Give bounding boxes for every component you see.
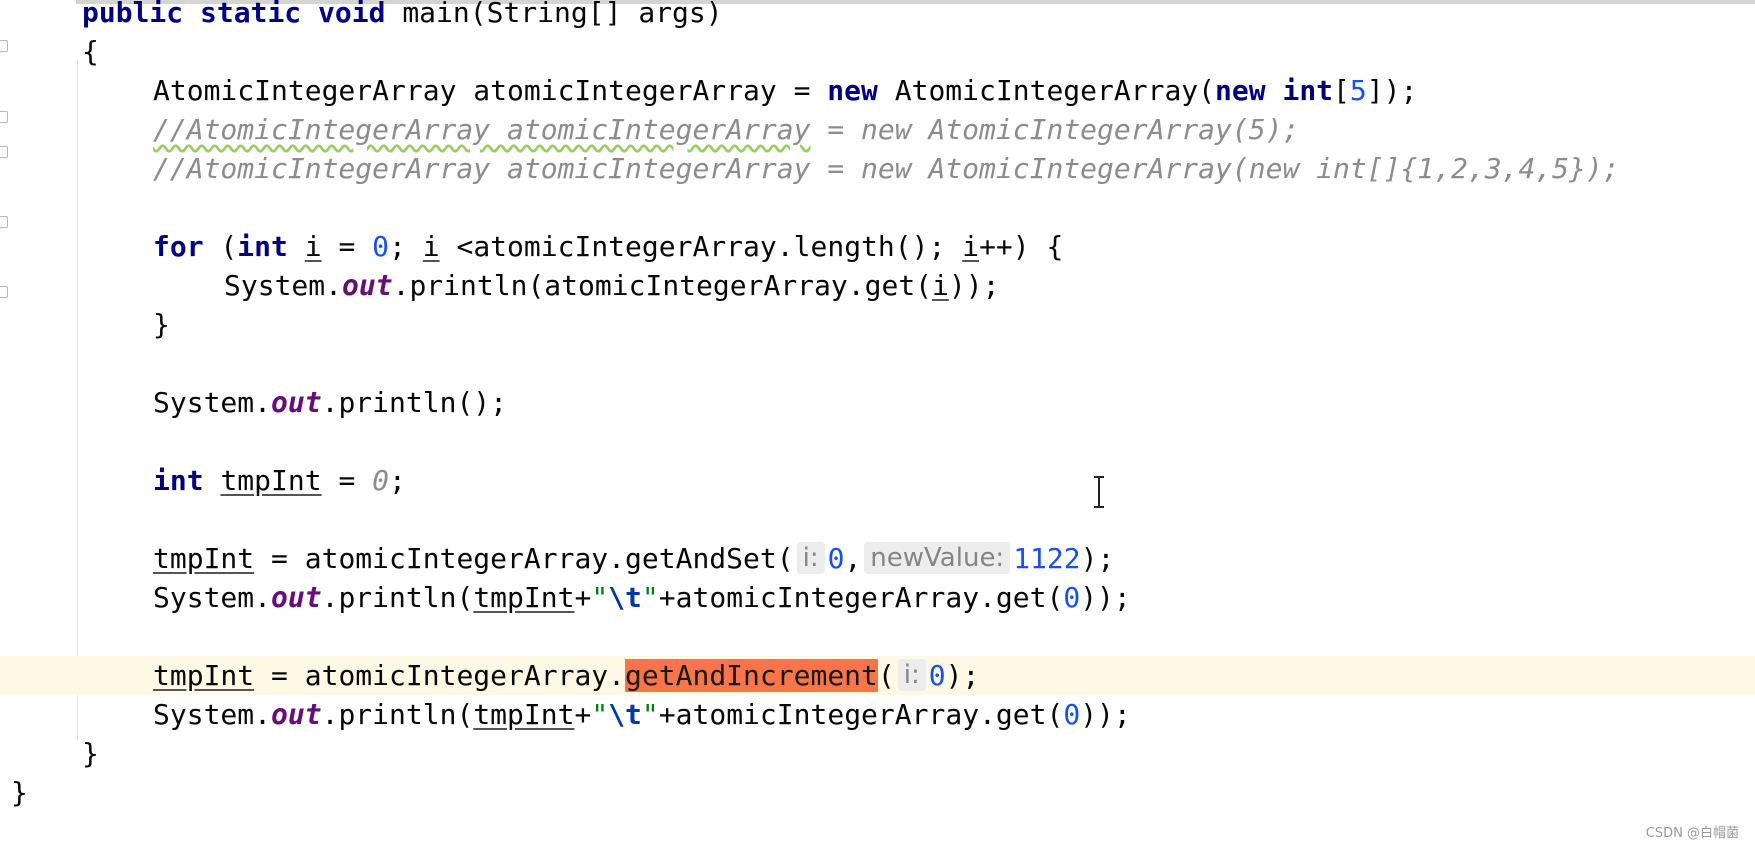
keyword-static: static: [200, 0, 302, 29]
code-line-int-declaration[interactable]: int tmpInt = 0;: [0, 461, 1755, 500]
code-line-close-brace[interactable]: }: [0, 305, 1755, 344]
keyword-void: void: [318, 0, 386, 29]
code-line-method-signature[interactable]: public static void main(String[] args): [0, 0, 1755, 32]
text-cursor-icon: [1094, 476, 1104, 508]
search-highlight: getAndIncrement: [625, 659, 878, 692]
code-editor[interactable]: public static void main(String[] args) {…: [0, 0, 1755, 849]
parameter-hint: i:: [796, 542, 825, 574]
code-line-close-brace[interactable]: }: [0, 773, 1755, 812]
code-line-println[interactable]: System.out.println(atomicIntegerArray.ge…: [0, 266, 1755, 305]
code-line-current[interactable]: tmpInt = atomicIntegerArray.getAndIncrem…: [0, 656, 1755, 695]
method-name: main(String[] args): [385, 0, 723, 29]
code-line-comment[interactable]: //AtomicIntegerArray atomicIntegerArray …: [0, 149, 1755, 188]
parameter-hint: i:: [897, 659, 926, 691]
code-line-println[interactable]: System.out.println(tmpInt+"\t"+atomicInt…: [0, 695, 1755, 734]
code-line-close-brace[interactable]: }: [0, 734, 1755, 773]
code-line-comment[interactable]: //AtomicIntegerArray atomicIntegerArray …: [0, 110, 1755, 149]
code-line-array-declaration[interactable]: AtomicIntegerArray atomicIntegerArray = …: [0, 71, 1755, 110]
code-line-open-brace[interactable]: {: [0, 32, 1755, 71]
watermark: CSDN @白帽菌: [1645, 826, 1739, 841]
code-line-println[interactable]: System.out.println(tmpInt+"\t"+atomicInt…: [0, 578, 1755, 617]
code-line-get-and-set[interactable]: tmpInt = atomicIntegerArray.getAndSet(i:…: [0, 539, 1755, 578]
typo-underlined-text: //AtomicIntegerArray atomicIntegerArray: [153, 113, 811, 146]
code-line-for-loop[interactable]: for (int i = 0; i <atomicIntegerArray.le…: [0, 227, 1755, 266]
keyword-public: public: [82, 0, 184, 29]
parameter-hint: newValue:: [864, 542, 1011, 574]
code-line-println[interactable]: System.out.println();: [0, 383, 1755, 422]
